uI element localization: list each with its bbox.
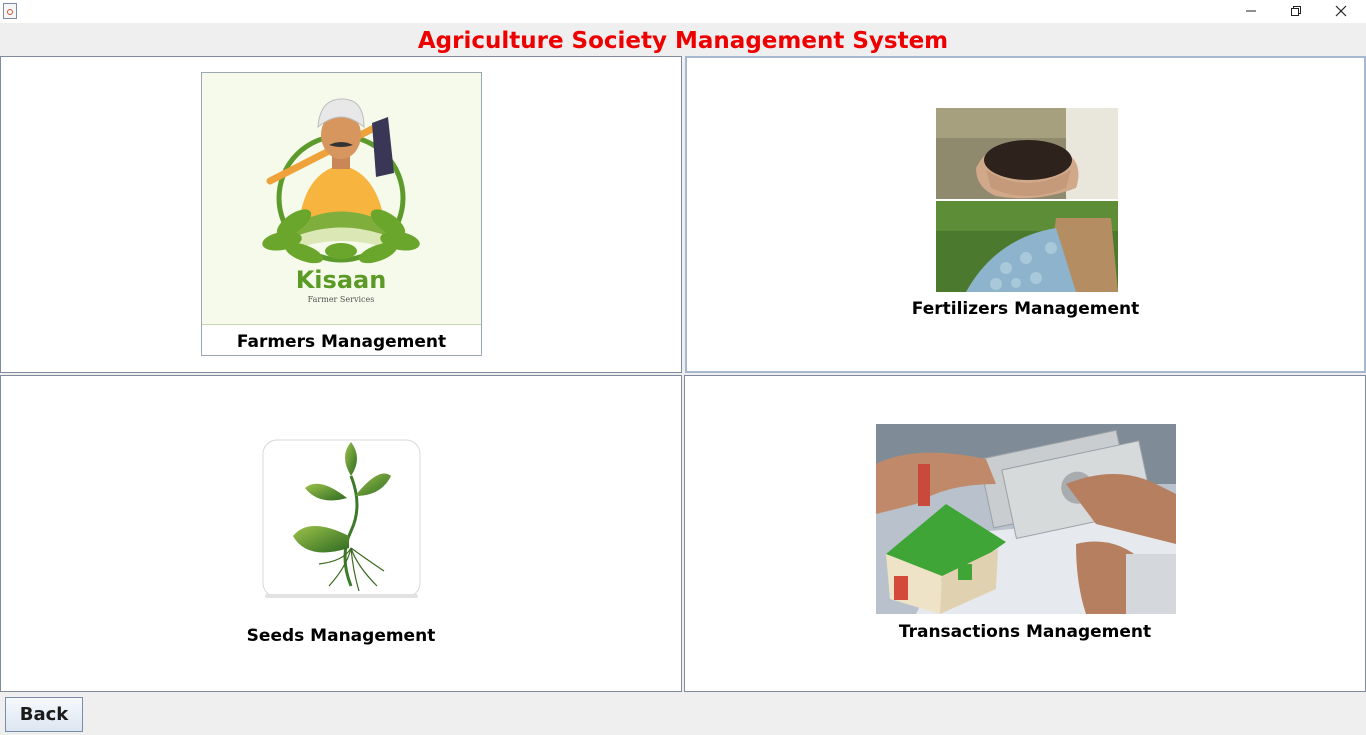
logo-text: Kisaan <box>296 266 387 294</box>
fertilizers-management-label: Fertilizers Management <box>911 299 1140 319</box>
farmers-management-panel[interactable]: Kisaan Farmer Services Farmers Managemen… <box>0 56 682 373</box>
logo-subtext: Farmer Services <box>308 295 375 304</box>
app-title: Agriculture Society Management System <box>417 28 949 54</box>
money-house-photo <box>876 424 1176 614</box>
card-divider <box>202 324 481 325</box>
farmers-management-button[interactable]: Kisaan Farmer Services Farmers Managemen… <box>201 72 482 356</box>
minimize-icon[interactable] <box>1228 0 1274 22</box>
java-app-icon <box>3 3 17 19</box>
restore-icon[interactable] <box>1273 0 1319 22</box>
farmer-logo-image: Kisaan Farmer Services <box>202 73 481 324</box>
transactions-management-button[interactable]: Transactions Management <box>684 375 1366 692</box>
seeds-management-button[interactable]: Seeds Management <box>0 375 682 692</box>
back-button[interactable]: Back <box>5 697 83 732</box>
fertilizer-photo <box>936 108 1118 292</box>
seedling-icon <box>262 439 421 598</box>
farmers-management-label: Farmers Management <box>236 332 447 352</box>
seeds-management-label: Seeds Management <box>246 626 436 646</box>
transactions-management-label: Transactions Management <box>898 622 1152 642</box>
window-titlebar <box>0 0 1366 23</box>
fertilizers-management-button[interactable]: Fertilizers Management <box>685 56 1366 373</box>
close-icon[interactable] <box>1318 0 1364 22</box>
